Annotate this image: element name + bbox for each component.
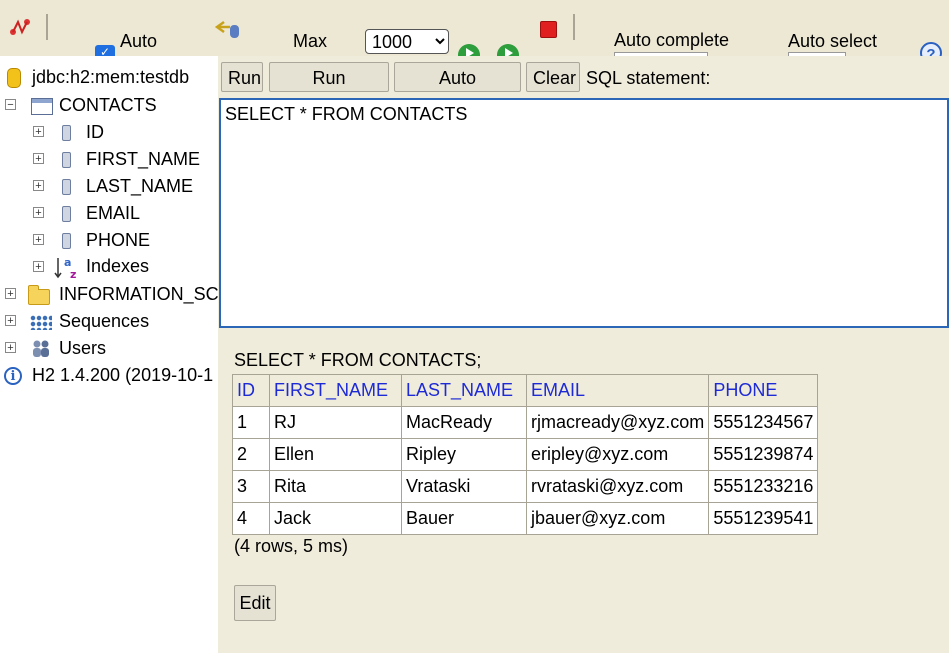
sql-editor[interactable]: SELECT * FROM CONTACTS (219, 98, 949, 328)
table-cell: 5551239541 (708, 502, 819, 535)
table-cell: Rita (269, 470, 402, 503)
folder-icon (28, 285, 50, 305)
auto-complete-button[interactable]: Auto complete (394, 62, 521, 118)
users-icon (33, 340, 49, 357)
tree-table-contacts[interactable]: CONTACTS (59, 93, 157, 117)
table-header-row: ID FIRST_NAME LAST_NAME EMAIL PHONE (232, 374, 819, 407)
svg-text:z: z (70, 268, 76, 280)
toolbar: ✓ Auto Max 1000 Auto complete Auto selec… (0, 0, 949, 64)
column-icon (62, 233, 71, 249)
column-header[interactable]: PHONE (708, 374, 819, 407)
tree-column[interactable]: FIRST_NAME (86, 147, 200, 171)
auto-complete-label: Auto complete (614, 30, 730, 50)
sql-statement-label: SQL statement: (586, 68, 711, 88)
table-cell: Jack (269, 502, 402, 535)
table-row: 3 Rita Vrataski rvrataski@xyz.com 555123… (232, 470, 819, 503)
column-icon (62, 179, 71, 195)
result-statement: SELECT * FROM CONTACTS; (234, 350, 482, 370)
column-header[interactable]: EMAIL (525, 374, 710, 407)
table-cell: 4 (232, 502, 270, 535)
expand-icon[interactable]: + (33, 153, 44, 165)
stop-icon[interactable] (540, 21, 557, 38)
collapse-icon[interactable]: − (5, 99, 16, 111)
expand-icon[interactable]: + (33, 234, 44, 246)
table-cell: MacReady (401, 406, 527, 439)
expand-icon[interactable]: + (33, 207, 44, 219)
tree-database[interactable]: jdbc:h2:mem:testdb (32, 65, 189, 89)
tree-version: H2 1.4.200 (2019-10-1 (32, 365, 214, 385)
run-button[interactable]: Run (221, 62, 263, 92)
table-icon (31, 98, 53, 115)
table-cell: jbauer@xyz.com (525, 502, 710, 535)
result-table: ID FIRST_NAME LAST_NAME EMAIL PHONE 1 RJ… (232, 374, 819, 535)
expand-icon[interactable]: + (5, 288, 16, 300)
tree-column[interactable]: PHONE (86, 228, 150, 252)
rollback-icon[interactable] (214, 18, 242, 40)
auto-commit-label: Auto (120, 31, 158, 51)
table-cell: 2 (232, 438, 270, 471)
expand-icon[interactable]: + (33, 126, 44, 138)
toolbar-separator (46, 14, 48, 40)
table-cell: Bauer (401, 502, 527, 535)
tree-information-schema[interactable]: INFORMATION_SC (59, 282, 218, 306)
table-row: 1 RJ MacReady rjmacready@xyz.com 5551234… (232, 406, 819, 439)
table-cell: 5551239874 (708, 438, 819, 471)
toolbar-separator (573, 14, 575, 40)
table-cell: eripley@xyz.com (525, 438, 710, 471)
column-icon (62, 125, 71, 141)
table-cell: 5551234567 (708, 406, 819, 439)
disconnect-icon[interactable] (8, 16, 32, 38)
auto-select-label: Auto select (788, 31, 878, 51)
info-icon: i (4, 367, 22, 385)
clear-button[interactable]: Clear (526, 62, 580, 92)
table-cell: Ellen (269, 438, 402, 471)
table-row: 4 Jack Bauer jbauer@xyz.com 5551239541 (232, 502, 819, 535)
column-icon (62, 206, 71, 222)
query-panel: Run Run Selected Auto complete Clear SQL… (218, 56, 949, 653)
table-cell: Ripley (401, 438, 527, 471)
database-icon (7, 68, 21, 88)
edit-button[interactable]: Edit (234, 585, 276, 621)
table-cell: rjmacready@xyz.com (525, 406, 710, 439)
tree-sequences[interactable]: Sequences (59, 309, 149, 333)
expand-icon[interactable]: + (5, 315, 16, 327)
column-header[interactable]: ID (232, 374, 270, 407)
table-cell: RJ (269, 406, 402, 439)
tree-column[interactable]: ID (86, 120, 104, 144)
run-selected-button[interactable]: Run Selected (269, 62, 389, 118)
tree-column[interactable]: EMAIL (86, 201, 140, 225)
indexes-icon: a z (54, 256, 76, 280)
table-cell: Vrataski (401, 470, 527, 503)
table-row: 2 Ellen Ripley eripley@xyz.com 555123987… (232, 438, 819, 471)
tree-indexes[interactable]: Indexes (86, 254, 149, 278)
expand-icon[interactable]: + (5, 342, 16, 354)
schema-tree: jdbc:h2:mem:testdb − CONTACTS + ID + FIR… (0, 56, 218, 653)
table-cell: 1 (232, 406, 270, 439)
table-cell: 5551233216 (708, 470, 819, 503)
max-rows-label: Max (293, 31, 328, 51)
column-icon (62, 152, 71, 168)
tree-column[interactable]: LAST_NAME (86, 174, 193, 198)
expand-icon[interactable]: + (33, 180, 44, 192)
table-cell: 3 (232, 470, 270, 503)
column-header[interactable]: FIRST_NAME (269, 374, 402, 407)
result-row-info: (4 rows, 5 ms) (234, 536, 349, 556)
max-rows-select[interactable]: 1000 (365, 29, 449, 54)
expand-icon[interactable]: + (33, 261, 44, 273)
tree-users[interactable]: Users (59, 336, 106, 360)
sequences-icon (30, 315, 52, 330)
table-cell: rvrataski@xyz.com (525, 470, 710, 503)
column-header[interactable]: LAST_NAME (401, 374, 527, 407)
